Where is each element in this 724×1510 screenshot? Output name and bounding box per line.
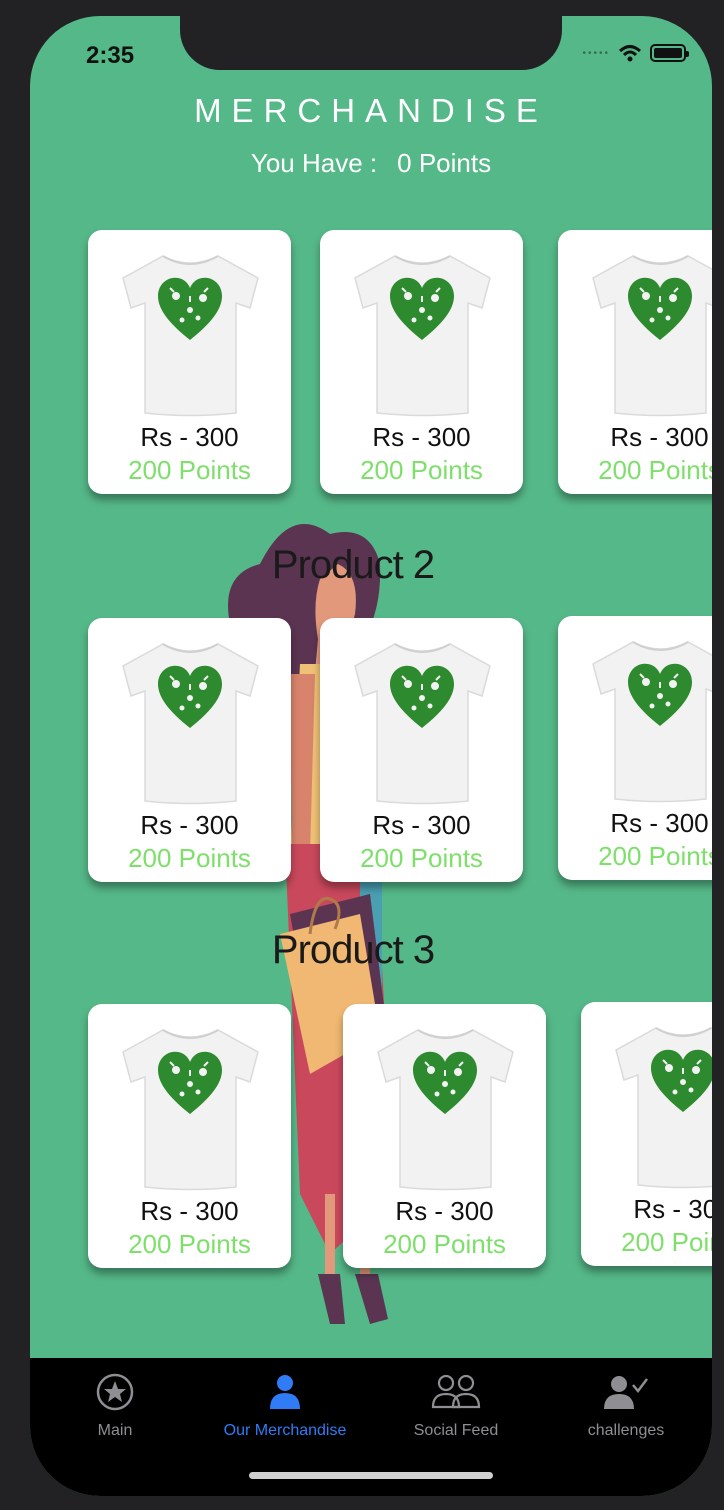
product-points: 200 Points [360, 455, 483, 485]
status-time: 2:35 [86, 42, 135, 69]
product-points: 200 Points [598, 841, 712, 871]
tshirt-image [118, 636, 263, 806]
product-price: Rs - 300 [372, 422, 471, 452]
product-points: 200 Points [598, 455, 712, 485]
product-points: 200 Points [383, 1229, 506, 1259]
tshirt-image [588, 634, 712, 804]
section-label-product-3: Product 3 [271, 928, 435, 972]
points-label: You Have : [250, 148, 378, 178]
tab-social-feed[interactable]: Social Feed [371, 1372, 541, 1440]
product-card[interactable]: Rs - 300 200 Points [558, 616, 712, 880]
star-circle-icon [30, 1372, 200, 1412]
product-price: Rs - 300 [372, 810, 471, 840]
app-screen: 2:35 ••••• MERCHANDISE You Have : 0 Point… [30, 16, 712, 1496]
tshirt-image [588, 248, 712, 418]
product-points: 200 Points [128, 843, 251, 873]
tshirt-image [118, 1022, 263, 1192]
tab-our-merchandise[interactable]: Our Merchandise [200, 1372, 370, 1440]
product-price: Rs - 300 [140, 422, 239, 452]
device-notch [180, 16, 562, 70]
product-card[interactable]: Rs - 300 200 Points [88, 618, 291, 882]
product-points: 200 Points [128, 455, 251, 485]
product-card[interactable]: Rs - 300 200 Points [343, 1004, 546, 1268]
product-card[interactable]: Rs - 300 200 Points [558, 230, 712, 494]
points-value: 0 Points [397, 148, 492, 178]
home-indicator[interactable] [249, 1472, 493, 1479]
person-check-icon [541, 1372, 711, 1412]
product-price: Rs - 300 [610, 422, 709, 452]
tab-challenges[interactable]: challenges [541, 1372, 711, 1440]
wifi-icon [618, 45, 642, 62]
people-icon [371, 1372, 541, 1412]
section-label-product-2: Product 2 [271, 543, 435, 587]
product-card[interactable]: Rs - 300 200 Points [320, 230, 523, 494]
tshirt-image [373, 1022, 518, 1192]
product-price: Rs - 300 [140, 1196, 239, 1226]
status-icons: ••••• [582, 44, 689, 62]
product-points: 200 Points [128, 1229, 251, 1259]
person-icon [200, 1372, 370, 1412]
tshirt-image [611, 1020, 712, 1190]
product-card[interactable]: Rs - 300 200 Points [581, 1002, 712, 1266]
product-price: Rs - 300 [395, 1196, 494, 1226]
product-points: 200 Points [360, 843, 483, 873]
tab-label: challenges [587, 1422, 665, 1439]
product-card[interactable]: Rs - 300 200 Points [88, 1004, 291, 1268]
product-card[interactable]: Rs - 300 200 Points [88, 230, 291, 494]
product-price: Rs - 300 [140, 810, 239, 840]
battery-icon [650, 44, 689, 62]
tab-label: Our Merchandise [223, 1422, 347, 1439]
points-summary: You Have : 0 Points [30, 148, 712, 179]
tab-label: Social Feed [413, 1422, 499, 1439]
product-points: 200 Points [621, 1227, 712, 1257]
page-title: MERCHANDISE [194, 92, 548, 129]
tshirt-image [118, 248, 263, 418]
device-frame: 2:35 ••••• MERCHANDISE You Have : 0 Point… [0, 0, 724, 1510]
tab-main[interactable]: Main [30, 1372, 200, 1440]
product-price: Rs - 300 [610, 808, 709, 838]
tab-label: Main [97, 1422, 133, 1439]
tshirt-image [350, 636, 495, 806]
tshirt-image [350, 248, 495, 418]
signal-icon: ••••• [582, 47, 610, 59]
product-card[interactable]: Rs - 300 200 Points [320, 618, 523, 882]
product-price: Rs - 300 [633, 1194, 712, 1224]
